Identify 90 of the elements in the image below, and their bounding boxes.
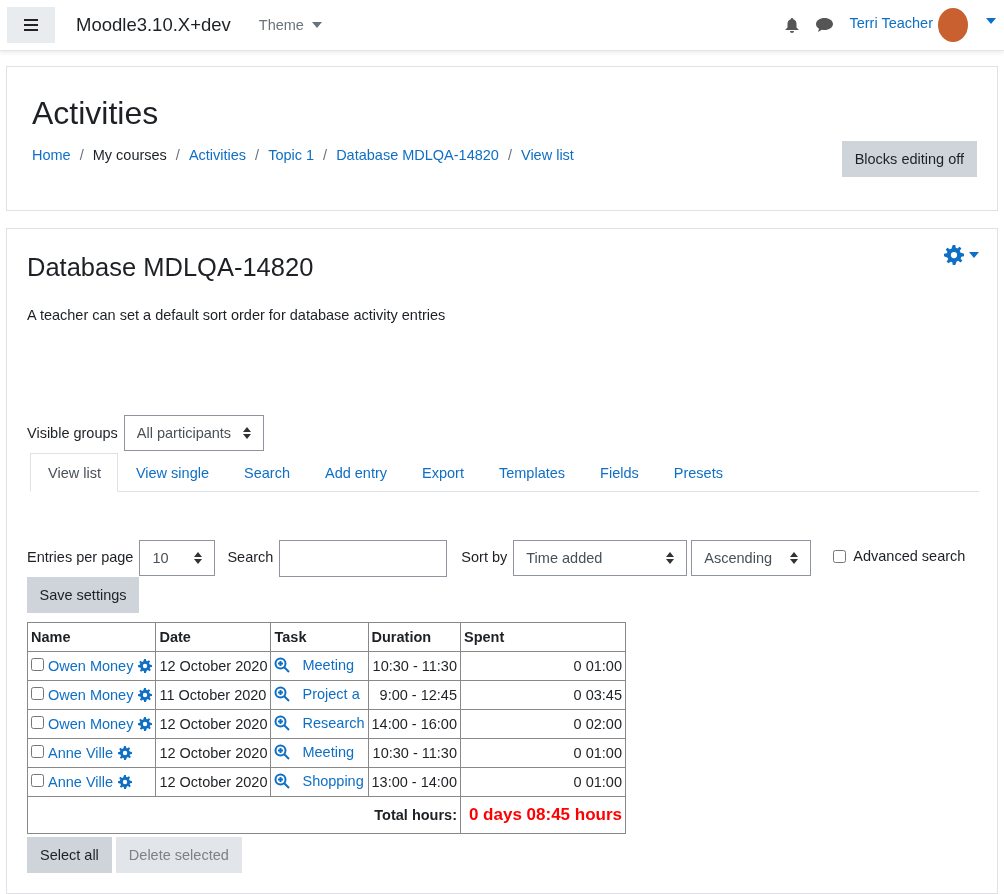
tab[interactable]: View single <box>117 453 226 492</box>
entries-select[interactable]: 10 <box>139 540 216 576</box>
table-cell: 10:30 - 11:30 <box>368 651 461 681</box>
page-title: Activities <box>32 95 160 132</box>
column-header: Name <box>27 622 156 652</box>
zoom-in-icon <box>274 743 291 760</box>
table-cell: 12 October 2020 <box>155 767 271 797</box>
sort-arrows-icon <box>194 552 203 564</box>
table-cell: 12 October 2020 <box>155 709 271 739</box>
total-label: Total hours: <box>27 796 461 834</box>
table-cell: 0 03:45 <box>460 680 626 710</box>
tab[interactable]: Templates <box>480 453 583 492</box>
sort-select[interactable]: Time added <box>513 540 688 576</box>
breadcrumb-separator: / <box>255 147 260 163</box>
gear-icon <box>138 688 153 702</box>
checkbox[interactable] <box>31 716 44 729</box>
gear-icon <box>118 775 133 789</box>
table-cell: 0 01:00 <box>460 738 626 768</box>
field-label: Search <box>227 549 274 565</box>
settings-menu-button[interactable] <box>944 245 979 265</box>
menu-icon <box>24 19 38 31</box>
breadcrumb-link[interactable]: Topic 1 <box>268 147 315 163</box>
chat-bubble-icon <box>816 18 834 32</box>
activity-description: A teacher can set a default sort order for database activity entries <box>27 307 447 323</box>
total-value: 0 days 08:45 hours <box>460 796 626 834</box>
sort-arrows-icon <box>242 427 251 439</box>
save-settings-button[interactable]: Save settings <box>27 577 139 613</box>
breadcrumb-item: My courses <box>92 147 167 163</box>
groups-select[interactable]: All participants <box>123 415 264 451</box>
breadcrumb-separator: / <box>175 147 180 163</box>
gear-icon <box>118 746 133 760</box>
field-label: Sort by <box>461 549 508 565</box>
breadcrumb-link[interactable]: Home <box>32 147 71 163</box>
site-name[interactable]: Moodle3.10.X+dev <box>76 14 231 36</box>
checkbox[interactable] <box>31 774 44 787</box>
tab[interactable]: Fields <box>582 453 656 492</box>
checkbox[interactable] <box>31 745 44 758</box>
breadcrumb-separator: / <box>323 147 328 163</box>
tab[interactable]: Presets <box>655 453 740 492</box>
gear-icon <box>138 717 153 731</box>
field-label: Visible groups <box>27 425 118 441</box>
order-select[interactable]: Ascending <box>691 540 812 576</box>
zoom-in-icon <box>274 685 291 702</box>
table-cell: 13:00 - 14:00 <box>368 767 461 797</box>
breadcrumb-separator: / <box>79 147 84 163</box>
table-cell: 12 October 2020 <box>155 651 271 681</box>
table-cell: 9:00 - 12:45 <box>368 680 461 710</box>
table-cell: 0 01:00 <box>460 767 626 797</box>
zoom-in-icon <box>274 656 291 673</box>
checkbox[interactable] <box>833 549 847 563</box>
table-cell: 14:00 - 16:00 <box>368 709 461 739</box>
breadcrumb-separator: / <box>507 147 512 163</box>
tab[interactable]: View list <box>30 453 118 492</box>
breadcrumb-link[interactable]: Database MDLQA-14820 <box>336 147 499 163</box>
user-menu[interactable]: Terri Teacher <box>849 8 996 42</box>
table-cell: 0 01:00 <box>460 651 626 681</box>
column-header: Duration <box>368 622 461 652</box>
column-header: Task <box>270 622 369 652</box>
table-cell: 10:30 - 11:30 <box>368 738 461 768</box>
activity-title: Database MDLQA-14820 <box>27 253 314 282</box>
column-header: Date <box>155 622 271 652</box>
column-header: Spent <box>460 622 626 652</box>
checkbox-label: Advanced search <box>853 548 966 564</box>
caret-icon <box>311 22 322 28</box>
tab[interactable]: Export <box>404 453 481 492</box>
settings-icon <box>944 245 964 265</box>
zoom-in-icon <box>274 772 291 789</box>
table-cell: 12 October 2020 <box>155 738 271 768</box>
breadcrumb-link[interactable]: View list <box>521 147 574 163</box>
breadcrumb-link[interactable]: Activities <box>188 147 247 163</box>
avatar-icon <box>938 8 968 42</box>
table-cell: 0 02:00 <box>460 709 626 739</box>
tab[interactable]: Add entry <box>306 453 405 492</box>
theme-menu[interactable]: Theme <box>258 17 322 33</box>
menu-button[interactable] <box>7 7 55 43</box>
gear-icon <box>138 659 153 673</box>
field-label: Entries per page <box>27 549 134 565</box>
caret-icon <box>969 252 979 258</box>
sort-arrows-icon <box>790 552 799 564</box>
zoom-in-icon <box>274 714 291 731</box>
sort-arrows-icon <box>666 552 675 564</box>
blocks-editing-button[interactable]: Blocks editing off <box>841 141 977 177</box>
bell-icon <box>785 17 800 33</box>
select-all-button[interactable]: Select all <box>27 837 112 873</box>
table-cell: 11 October 2020 <box>155 680 271 710</box>
caret-icon <box>986 18 996 24</box>
checkbox[interactable] <box>31 658 44 671</box>
tab[interactable]: Search <box>226 453 307 492</box>
checkbox[interactable] <box>31 687 44 700</box>
search-field[interactable] <box>279 540 448 577</box>
